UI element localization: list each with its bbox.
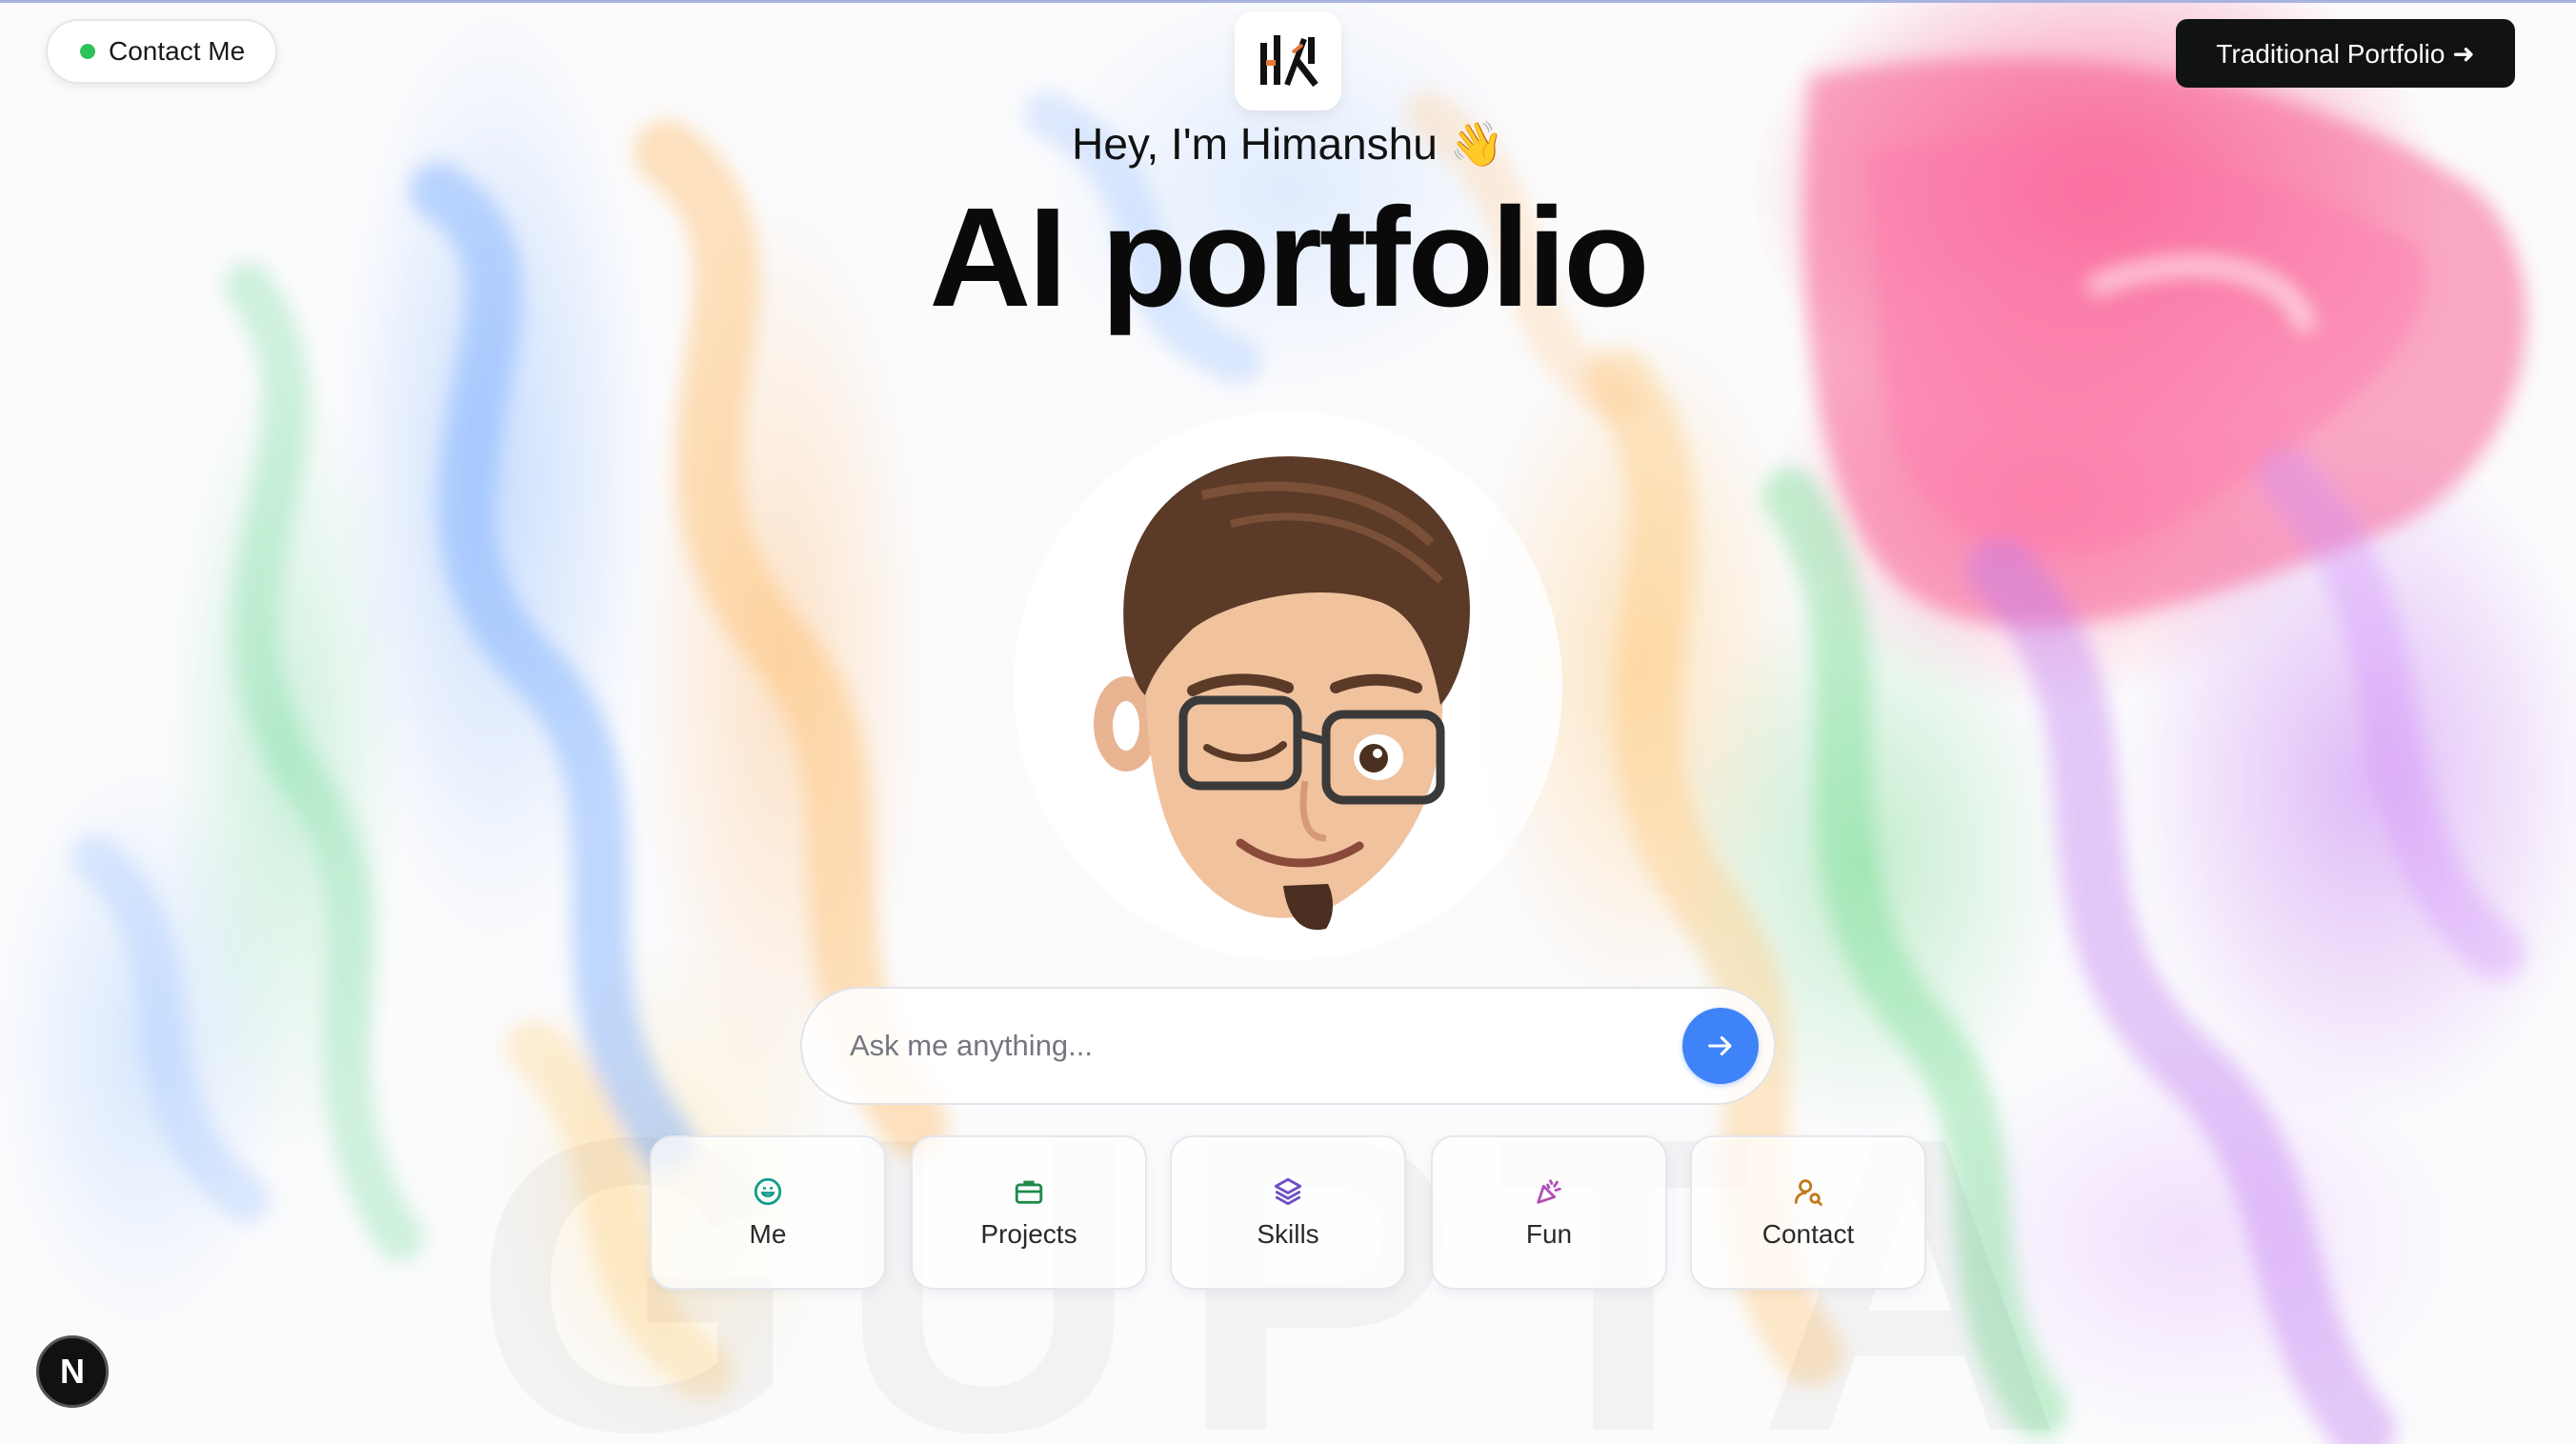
memoji-avatar-icon [1094, 456, 1470, 931]
hk-monogram-icon [1260, 35, 1318, 88]
quick-action-label: Skills [1257, 1219, 1319, 1249]
layers-icon [1274, 1177, 1302, 1206]
chat-input-bar [800, 987, 1776, 1105]
top-border [0, 0, 2576, 3]
contact-me-label: Contact Me [109, 36, 246, 66]
quick-action-contact[interactable]: Contact [1690, 1135, 1926, 1290]
briefcase-icon [1015, 1180, 1043, 1204]
avatar [1014, 411, 1562, 960]
send-button[interactable] [1682, 1008, 1759, 1084]
hk-logo-icon[interactable] [1235, 11, 1341, 110]
contact-me-button[interactable]: Contact Me [46, 19, 278, 84]
smile-face-icon [754, 1177, 782, 1206]
ask-input[interactable] [850, 1029, 1682, 1063]
page-title: AI portfolio [929, 179, 1649, 336]
nextjs-badge-letter: N [60, 1352, 85, 1391]
quick-action-label: Me [749, 1219, 787, 1249]
quick-action-projects[interactable]: Projects [911, 1135, 1147, 1290]
quick-action-fun[interactable]: Fun [1431, 1135, 1667, 1290]
party-popper-icon [1537, 1179, 1561, 1204]
quick-action-label: Contact [1761, 1219, 1855, 1249]
quick-action-label: Projects [980, 1219, 1077, 1249]
quick-action-skills[interactable]: Skills [1170, 1135, 1406, 1290]
arrow-right-icon [1708, 1035, 1732, 1056]
nextjs-dev-badge[interactable]: N [36, 1335, 109, 1408]
quick-action-me[interactable]: Me [650, 1135, 886, 1290]
quick-action-label: Fun [1525, 1219, 1573, 1249]
user-search-icon [1794, 1179, 1822, 1206]
greeting-text: Hey, I'm Himanshu 👋 [1072, 119, 1504, 169]
traditional-portfolio-label: Traditional Portfolio ➜ [2216, 38, 2475, 69]
online-status-dot [80, 44, 95, 59]
traditional-portfolio-button[interactable]: Traditional Portfolio ➜ [2176, 19, 2515, 88]
